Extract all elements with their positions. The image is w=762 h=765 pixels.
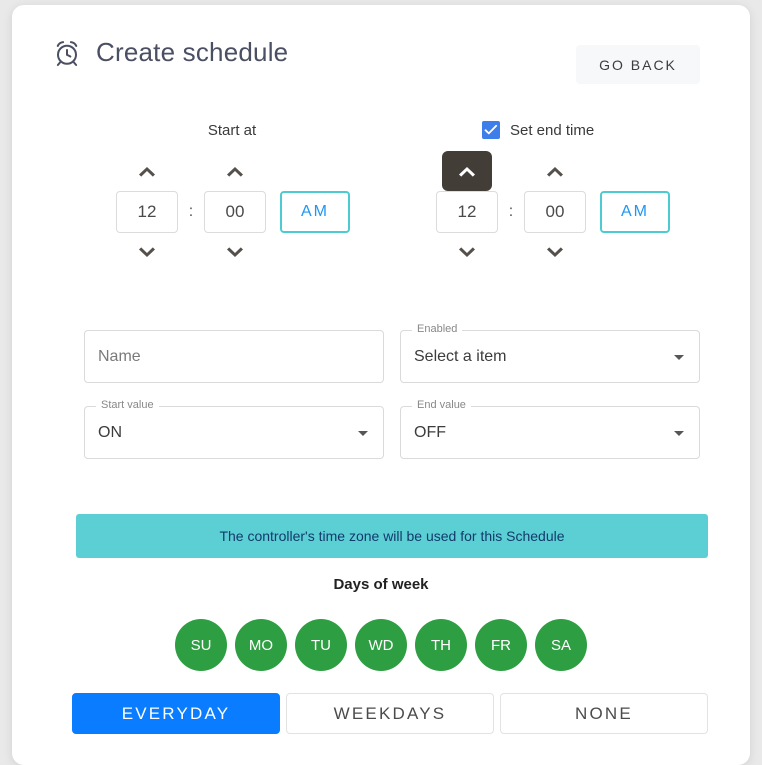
- days-of-week-title: Days of week: [333, 576, 429, 593]
- end-minute-down-button[interactable]: [530, 233, 580, 273]
- end-minute-stepper: 00: [522, 151, 588, 273]
- page-title-wrap: Create schedule: [52, 37, 288, 68]
- end-hour-up-button[interactable]: [442, 151, 492, 191]
- enabled-value: Select a item: [414, 347, 507, 365]
- go-back-button[interactable]: GO BACK: [576, 45, 700, 84]
- end-colon: :: [500, 191, 522, 233]
- start-minute-up-button[interactable]: [210, 151, 260, 191]
- field-row-2: Start value ON End value OFF: [84, 399, 700, 459]
- end-meridiem-wrap: AM: [600, 151, 670, 273]
- start-value-border: [84, 406, 384, 459]
- day-circle-tu[interactable]: TU: [295, 619, 347, 671]
- preset-button-everyday[interactable]: EVERYDAY: [72, 693, 280, 734]
- time-section: Start at 12 : 00 AM Set end time 12: 00…: [12, 113, 750, 298]
- start-hour-stepper: 12: [114, 151, 180, 273]
- end-hour-stepper: 12: [434, 151, 500, 273]
- enabled-select[interactable]: Enabled Select a item: [400, 323, 700, 383]
- start-at-label: Start at: [207, 121, 257, 139]
- chevron-down-icon: [674, 430, 684, 436]
- day-circle-sa[interactable]: SA: [535, 619, 587, 671]
- chevron-down-icon: [358, 430, 368, 436]
- field-row-1: Name Enabled Select a item: [84, 323, 700, 383]
- day-circle-th[interactable]: TH: [415, 619, 467, 671]
- timezone-info-banner: The controller's time zone will be used …: [76, 514, 708, 558]
- end-value-select[interactable]: End value OFF: [400, 399, 700, 459]
- start-value-value: ON: [98, 423, 122, 441]
- form-fields: Name Enabled Select a item Start value O…: [84, 323, 700, 482]
- start-minute-input[interactable]: 00: [204, 191, 266, 233]
- chevron-up-icon: [459, 167, 475, 177]
- start-minute-stepper: 00: [202, 151, 268, 273]
- create-schedule-card: Create schedule GO BACK Start at 12: 00…: [12, 5, 750, 765]
- end-minute-up-button[interactable]: [530, 151, 580, 191]
- set-end-time-label: Set end time: [510, 121, 595, 139]
- end-value-value: OFF: [414, 423, 446, 441]
- name-field[interactable]: Name: [84, 330, 384, 383]
- end-time-controls: 12 : 00 AM: [434, 151, 670, 273]
- page-title: Create schedule: [96, 37, 289, 67]
- chevron-down-icon: [459, 247, 475, 257]
- alarm-clock-icon: [52, 38, 82, 68]
- checkbox-box: [482, 121, 500, 139]
- header: Create schedule GO BACK: [12, 5, 750, 97]
- start-meridiem-wrap: AM: [280, 151, 350, 273]
- end-time-picker: Set end time 12 : 00 AM: [424, 113, 714, 257]
- start-hour-down-button[interactable]: [122, 233, 172, 273]
- chevron-up-icon: [547, 167, 563, 177]
- set-end-time-checkbox[interactable]: Set end time: [482, 121, 594, 139]
- end-meridiem-button[interactable]: AM: [600, 191, 670, 233]
- start-minute-down-button[interactable]: [210, 233, 260, 273]
- start-hour-up-button[interactable]: [122, 151, 172, 191]
- end-time-separator: :: [500, 151, 522, 273]
- day-circle-su[interactable]: SU: [175, 619, 227, 671]
- start-time-header: Start at: [108, 113, 370, 147]
- preset-button-group: EVERYDAY WEEKDAYS NONE: [72, 693, 708, 734]
- day-circle-wd[interactable]: WD: [355, 619, 407, 671]
- start-time-controls: 12 : 00 AM: [114, 151, 350, 273]
- start-colon: :: [180, 191, 202, 233]
- day-circle-mo[interactable]: MO: [235, 619, 287, 671]
- days-of-week-row: SU MO TU WD TH FR SA: [12, 619, 750, 671]
- chevron-down-icon: [227, 247, 243, 257]
- end-time-header: Set end time: [424, 113, 714, 147]
- chevron-down-icon: [674, 354, 684, 360]
- start-hour-input[interactable]: 12: [116, 191, 178, 233]
- preset-button-none[interactable]: NONE: [500, 693, 708, 734]
- end-hour-input[interactable]: 12: [436, 191, 498, 233]
- start-meridiem-button[interactable]: AM: [280, 191, 350, 233]
- start-time-picker: Start at 12 : 00 AM: [108, 113, 370, 257]
- name-field-placeholder: Name: [98, 347, 141, 365]
- preset-button-weekdays[interactable]: WEEKDAYS: [286, 693, 494, 734]
- chevron-up-icon: [227, 167, 243, 177]
- start-time-separator: :: [180, 151, 202, 273]
- end-hour-down-button[interactable]: [442, 233, 492, 273]
- check-icon: [484, 124, 498, 135]
- start-value-select[interactable]: Start value ON: [84, 399, 384, 459]
- end-minute-input[interactable]: 00: [524, 191, 586, 233]
- chevron-down-icon: [139, 247, 155, 257]
- chevron-up-icon: [139, 167, 155, 177]
- chevron-down-icon: [547, 247, 563, 257]
- day-circle-fr[interactable]: FR: [475, 619, 527, 671]
